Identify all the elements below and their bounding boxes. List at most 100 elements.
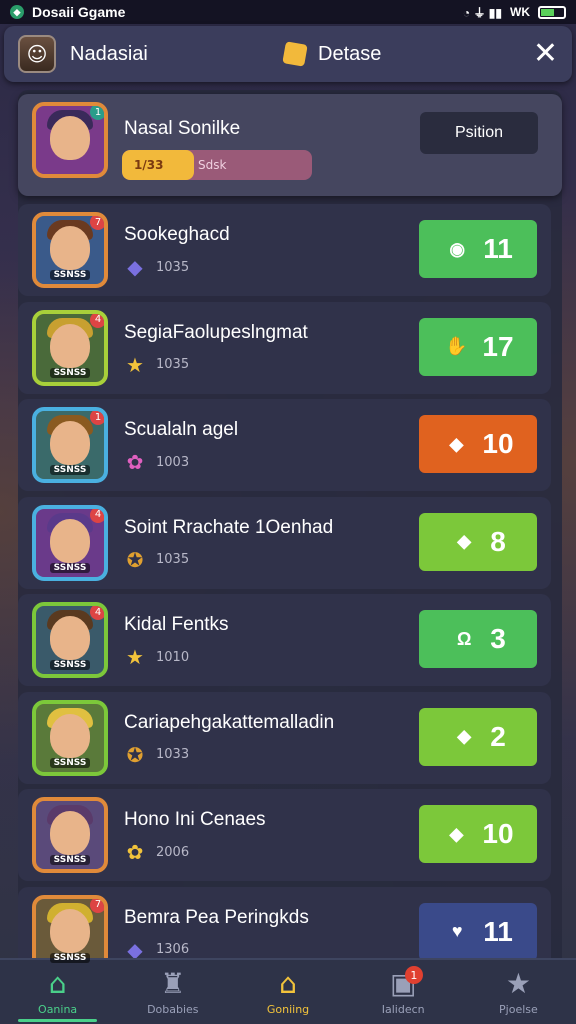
score-badge[interactable]: ◆ 8 [419, 512, 537, 571]
leaderboard-row[interactable]: 1 SSNSS Scualaln agel ✿ 1003 ◆ 10 [18, 399, 551, 491]
player-progress-value: 1/33 [134, 158, 164, 172]
status-title: Dosaii Ggame [32, 4, 126, 20]
row-name: Kidal Fentks [124, 614, 229, 635]
player-name: Nasal Sonilke [124, 118, 241, 139]
row-name: Hono Ini Cenaes [124, 809, 266, 830]
close-icon[interactable]: ✕ [533, 39, 558, 69]
leaderboard-row[interactable]: 4 SSNSS Kidal Fentks ★ 1010 Ω 3 [18, 594, 551, 686]
row-sub: ★ 1010 [124, 645, 190, 669]
position-button[interactable]: Psition [420, 112, 538, 154]
row-name: Bemra Pea Peringkds [124, 906, 309, 928]
bottom-tab-bar: ⌂ Oanina ♜ Dobabies ⌂ Goniing 1 ▣ Ialide… [0, 958, 576, 1024]
character-portrait: SSNSS [32, 797, 108, 873]
currency-label: Detase [318, 42, 382, 65]
score-badge[interactable]: ✋ 17 [419, 317, 537, 376]
score-badge[interactable]: ◆ 2 [419, 707, 537, 766]
player-badge: 1 [90, 106, 104, 120]
wifi-icon: WK [510, 5, 530, 19]
row-sub-value: 1003 [156, 454, 190, 470]
trophy-icon: ♜ [160, 966, 186, 1000]
cube-icon: ◆ [457, 726, 472, 746]
battery-icon [538, 5, 566, 19]
leaderboard-row[interactable]: SSNSS Hono Ini Cenaes ✿ 2006 ◆ 10 [18, 789, 551, 881]
tab-label: Ialidecn [381, 1002, 425, 1016]
row-sub-value: 1033 [156, 747, 190, 762]
row-sub-value: 2006 [156, 844, 190, 860]
home-icon: ⌂ [279, 966, 297, 1000]
portrait-tag: SSNSS [49, 367, 91, 378]
player-card: 1 Nasal Sonilke 1/33 Sdsk Psition [18, 94, 562, 196]
score-value: 3 [490, 623, 506, 654]
hand-icon: ✋ [445, 336, 468, 356]
tab-trophies[interactable]: ♜ Dobabies [115, 960, 230, 1024]
tab-label: Oanina [38, 1002, 78, 1016]
star-icon: ★ [505, 966, 531, 1000]
gem-icon: ◆ [449, 823, 464, 844]
score-value: 8 [490, 525, 506, 557]
score-badge[interactable]: ◆ 10 [419, 415, 537, 473]
player-progress-bar: 1/33 Sdsk [122, 150, 312, 180]
leaderboard-row[interactable]: 4 SSNSS SegiaFaolupeslngmat ★ 1035 ✋ 17 [18, 301, 551, 394]
row-sub: ✪ 1033 [124, 743, 190, 767]
character-portrait: 1 SSNSS [32, 407, 108, 483]
row-name: Soint Rrachate 1Oenhad [124, 516, 334, 538]
score-badge[interactable]: Ω 3 [419, 610, 537, 668]
status-bar: ◆ Dosaii Ggame ◔ ⏚ ▮▮ WK [0, 0, 576, 24]
portrait-tag: SSNSS [49, 465, 91, 475]
score-value: 2 [490, 720, 506, 752]
portrait-tag: SSNSS [49, 757, 91, 768]
score-badge[interactable]: ◆ 10 [419, 805, 537, 863]
row-sub: ✿ 2006 [124, 840, 190, 864]
portrait-tag: SSNSS [49, 855, 91, 865]
score-badge[interactable]: ♥ 11 [419, 902, 537, 961]
cube-icon: ◆ [127, 255, 143, 279]
tab-label: Dobabies [147, 1002, 199, 1016]
level-badge: 4 [90, 313, 104, 328]
leaderboard-row[interactable]: 4 SSNSS Soint Rrachate 1Oenhad ✪ 1035 ◆ … [18, 496, 551, 589]
row-sub-value: 1035 [156, 259, 190, 275]
level-badge: 4 [90, 606, 104, 620]
row-sub-value: 1035 [156, 357, 190, 372]
tab-profile[interactable]: ★ Pjoelse [461, 960, 576, 1024]
level-badge: 4 [90, 508, 104, 523]
row-name: SegiaFaolupeslngmat [124, 321, 308, 343]
tab-inbox[interactable]: 1 ▣ Ialidecn [346, 960, 461, 1024]
score-value: 17 [482, 330, 514, 362]
character-portrait: 7 SSNSS [32, 212, 108, 288]
leaderboard-row[interactable]: 7 SSNSS Sookeghacd ◆ 1035 ◉ 11 [18, 204, 551, 296]
row-sub: ✿ 1003 [124, 450, 190, 474]
horseshoe-icon: Ω [456, 628, 472, 649]
score-value: 11 [483, 233, 513, 264]
score-badge[interactable]: ◉ 11 [419, 220, 537, 278]
score-value: 10 [482, 818, 514, 849]
star-icon: ✪ [126, 547, 144, 572]
portrait-tag: SSNSS [49, 270, 91, 280]
level-badge: 1 [90, 411, 104, 425]
user-avatar[interactable]: ☺ [18, 35, 56, 73]
tab-label: Pjoelse [499, 1002, 538, 1016]
row-sub: ★ 1035 [124, 353, 190, 377]
portrait-tag: SSNSS [49, 660, 91, 670]
tab-ranking[interactable]: ⌂ Goniing [230, 960, 345, 1024]
row-name: Cariapehgakattemalladin [124, 711, 335, 733]
character-portrait: 4 SSNSS [32, 309, 108, 386]
orb-icon: ◉ [449, 238, 466, 259]
heart-icon: ♥ [451, 921, 463, 941]
flower-icon: ✿ [126, 450, 144, 474]
row-sub: ◆ 1035 [124, 255, 190, 279]
flower-icon: ✿ [126, 840, 144, 864]
cube-icon: ◆ [457, 531, 472, 551]
row-name: Scualaln agel [124, 419, 239, 440]
character-portrait: 4 SSNSS [32, 504, 108, 581]
leaderboard-row[interactable]: SSNSS Cariapehgakattemalladin ✪ 1033 ◆ 2 [18, 691, 551, 784]
home-icon: ⌂ [48, 966, 67, 1000]
row-sub-value: 1010 [156, 649, 190, 665]
row-sub-value: 1035 [156, 552, 190, 567]
status-right: ◔ ⏚ ▮▮ WK [463, 4, 566, 21]
player-portrait: 1 [32, 102, 108, 178]
character-portrait: SSNSS [32, 699, 108, 776]
tab-home[interactable]: ⌂ Oanina [0, 960, 115, 1024]
row-name: Sookeghacd [124, 224, 230, 245]
header: ☺ Nadasiai Detase ✕ [4, 26, 572, 82]
username: Nadasiai [70, 42, 148, 65]
